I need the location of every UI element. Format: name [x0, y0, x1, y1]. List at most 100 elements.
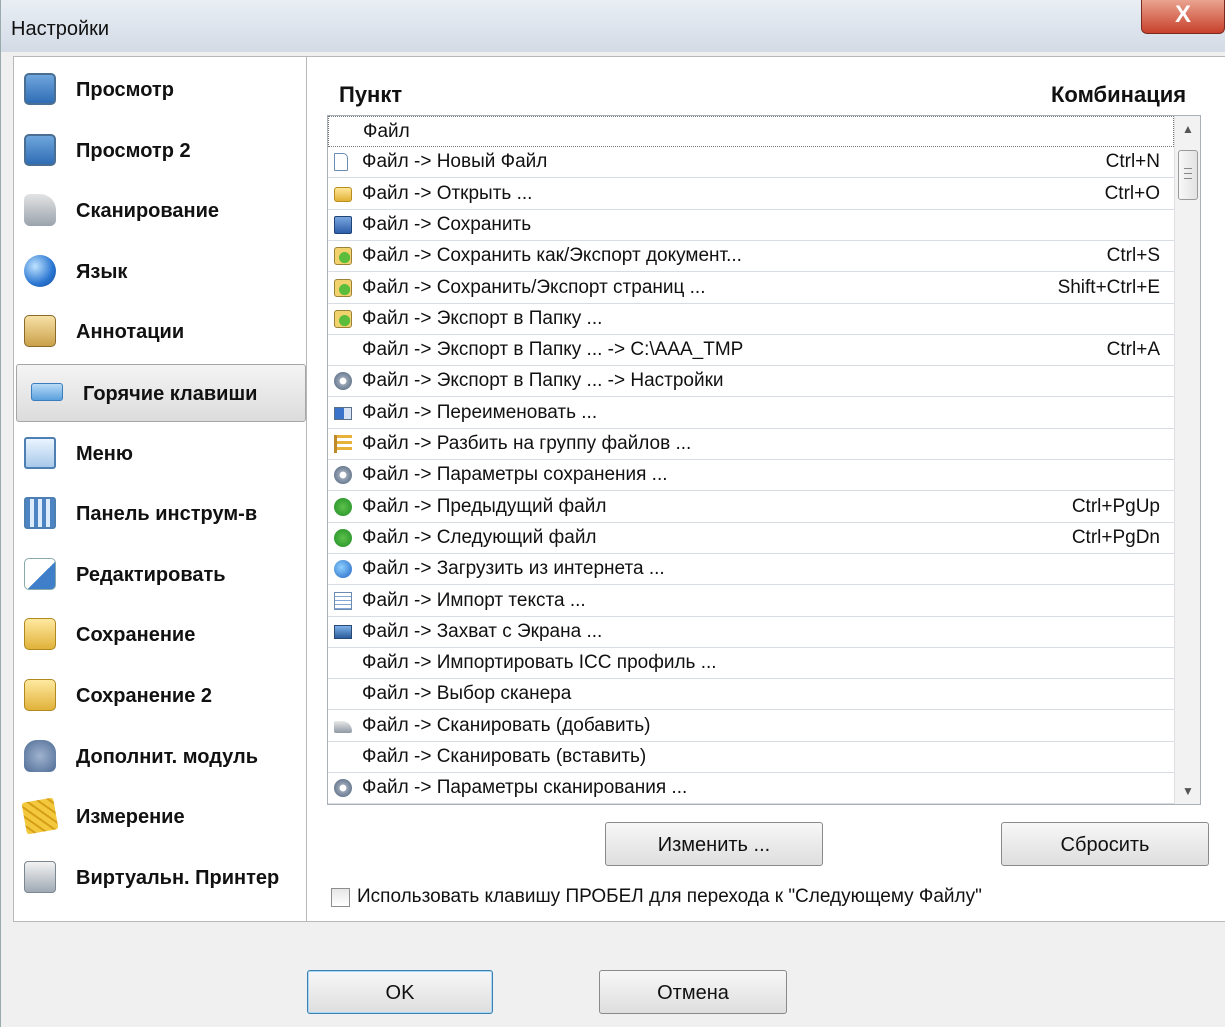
hotkey-row-label: Файл -> Сохранить/Экспорт страниц ...	[362, 276, 706, 298]
sidebar-item-14[interactable]: Виртуальн. Принтер	[14, 851, 306, 907]
sidebar-item-13[interactable]: Измерение	[14, 790, 306, 846]
sidebar-item-label: Язык	[76, 260, 128, 283]
hotkey-row-label: Файл -> Переименовать ...	[362, 401, 598, 423]
sidebar-item-label: Измерение	[76, 806, 185, 829]
sidebar-item-8[interactable]: Панель инструм-в	[14, 487, 306, 543]
hotkey-row-combination: Ctrl+A	[1106, 339, 1160, 361]
sidebar-item-4[interactable]: Язык	[14, 245, 306, 301]
scroll-down-arrow-icon[interactable]: ▼	[1175, 778, 1201, 804]
hotkey-row-label: Файл -> Сканировать (вставить)	[362, 746, 647, 767]
hotkey-row-label: Файл -> Параметры сохранения ...	[362, 464, 668, 486]
internet-icon	[334, 560, 352, 579]
ok-button[interactable]: OK	[307, 970, 493, 1014]
split-icon	[334, 435, 352, 453]
hotkey-row[interactable]: Файл -> Экспорт в Папку ... -> C:\AAA_TM…	[328, 335, 1174, 367]
hotkey-row-label: Файл -> Новый Файл	[362, 151, 548, 173]
sidebar-item-label: Сохранение 2	[76, 685, 213, 707]
gear-icon	[334, 466, 352, 485]
change-button[interactable]: Изменить ...	[605, 822, 823, 866]
sidebar-item-1[interactable]: Просмотр	[14, 63, 306, 119]
scroll-thumb[interactable]	[1178, 150, 1198, 200]
screen-capture-icon	[334, 624, 352, 639]
hotkey-row-combination: Ctrl+PgDn	[1071, 526, 1160, 548]
hotkey-row-label: Файл -> Разбить на группу файлов ...	[362, 433, 692, 454]
hotkey-row[interactable]: Файл -> Выбор сканера	[328, 679, 1174, 711]
window-title: Настройки	[11, 18, 110, 40]
hotkey-row[interactable]: Файл -> Разбить на группу файлов ...	[328, 429, 1174, 460]
hotkey-row[interactable]: Файл -> Новый Файл Ctrl+N	[328, 147, 1174, 179]
hotkey-row-label: Файл -> Сохранить	[362, 213, 532, 235]
hotkey-row-label: Файл -> Следующий файл	[362, 526, 597, 548]
hotkey-row[interactable]: Файл -> Сохранить	[328, 210, 1174, 241]
hotkey-row-combination: Shift+Ctrl+E	[1057, 276, 1160, 298]
hotkey-row[interactable]: Файл -> Параметры сканирования ...	[328, 773, 1174, 805]
export-icon	[334, 247, 352, 266]
globe-icon	[24, 254, 56, 287]
hotkey-row-label: Файл -> Сканировать (добавить)	[362, 714, 651, 736]
hotkey-row-label: Файл	[363, 121, 410, 142]
sidebar-item-10[interactable]: Сохранение	[14, 608, 306, 664]
sidebar-item-label: Просмотр 2	[76, 139, 191, 162]
settings-window: Настройки X Просмотр Просмотр 2 Сканирован…	[0, 0, 1225, 1027]
column-header-item: Пункт	[339, 82, 403, 107]
cancel-button[interactable]: Отмена	[599, 970, 787, 1014]
floppy-icon	[334, 215, 352, 234]
hotkey-row-label: Файл -> Параметры сканирования ...	[362, 777, 688, 799]
hotkey-row[interactable]: Файл -> Параметры сохранения ...	[328, 460, 1174, 492]
hotkey-row[interactable]: Файл -> Сохранить/Экспорт страниц ... Shi…	[328, 273, 1174, 304]
sidebar-item-label: Меню	[76, 442, 133, 465]
menu-icon	[24, 436, 56, 469]
close-button[interactable]: X	[1141, 0, 1225, 34]
sidebar-item-label: Сканирование	[76, 200, 220, 223]
sidebar-item-label: Редактировать	[76, 563, 226, 586]
sidebar-item-label: Виртуальн. Принтер	[76, 866, 280, 889]
hotkey-row[interactable]: Файл	[328, 116, 1174, 147]
space-next-file-checkbox[interactable]	[331, 888, 350, 907]
hotkey-row[interactable]: Файл -> Предыдущий файл Ctrl+PgUp	[328, 492, 1174, 523]
settings-sidebar: Просмотр Просмотр 2 Сканирование Язык Аннота…	[13, 56, 307, 922]
reset-button[interactable]: Сбросить	[1001, 822, 1209, 866]
hotkey-row-label: Файл -> Загрузить из интернета ...	[362, 558, 665, 580]
hotkey-row[interactable]: Файл -> Сохранить как/Экспорт документ..…	[328, 241, 1174, 273]
hotkey-row[interactable]: Файл -> Загрузить из интернета ...	[328, 554, 1174, 586]
hotkey-row-label: Файл -> Предыдущий файл	[362, 495, 607, 517]
sidebar-item-6[interactable]: Горячие клавиши	[16, 364, 306, 422]
hotkey-row[interactable]: Файл -> Экспорт в Папку ...	[328, 304, 1174, 335]
sidebar-item-label: Аннотации	[76, 321, 185, 344]
save-folder-icon	[24, 679, 56, 711]
title-bar: Настройки X	[1, 0, 1225, 52]
sidebar-item-12[interactable]: Дополнит. модуль	[14, 730, 306, 786]
vertical-scrollbar[interactable]: ▲ ▼	[1174, 116, 1200, 804]
printer-icon	[24, 860, 56, 893]
column-header-combination: Комбинация	[1051, 82, 1187, 107]
hotkey-row-label: Файл -> Выбор сканера	[362, 683, 572, 705]
sidebar-item-label: Горячие клавиши	[83, 383, 258, 405]
hotkey-row[interactable]: Файл -> Сканировать (вставить)	[328, 742, 1174, 773]
sidebar-item-5[interactable]: Аннотации	[14, 305, 306, 361]
hotkey-row[interactable]: Файл -> Захват с Экрана ...	[328, 617, 1174, 648]
scroll-up-arrow-icon[interactable]: ▲	[1175, 116, 1201, 142]
hotkey-row[interactable]: Файл -> Импортировать ICC профиль ...	[328, 648, 1174, 680]
hotkey-row[interactable]: Файл -> Переименовать ...	[328, 398, 1174, 429]
arrow-left-icon	[334, 497, 352, 516]
scanner-icon	[24, 194, 56, 227]
hotkey-row[interactable]: Файл -> Экспорт в Папку ... -> Настройки	[328, 366, 1174, 398]
edit-icon	[24, 557, 56, 590]
hotkey-row-combination: Ctrl+N	[1105, 151, 1160, 173]
sidebar-item-3[interactable]: Сканирование	[14, 184, 306, 240]
new-file-icon	[334, 153, 348, 172]
arrow-right-icon	[334, 528, 352, 547]
monitor-icon	[24, 133, 56, 166]
hotkeys-list[interactable]: Файл -> Параметры сканирования ... Файл -…	[327, 115, 1201, 805]
sidebar-item-7[interactable]: Меню	[14, 427, 306, 483]
hotkey-row[interactable]: Файл -> Импорт текста ...	[328, 586, 1174, 617]
text-file-icon	[334, 591, 352, 610]
hotkey-row[interactable]: Файл -> Открыть ... Ctrl+O	[328, 179, 1174, 210]
hotkey-row[interactable]: Файл -> Сканировать (добавить)	[328, 711, 1174, 742]
sidebar-item-9[interactable]: Редактировать	[14, 548, 306, 604]
hotkey-row[interactable]: Файл -> Следующий файл Ctrl+PgDn	[328, 523, 1174, 554]
sidebar-item-2[interactable]: Просмотр 2	[14, 124, 306, 180]
sidebar-item-11[interactable]: Сохранение 2	[14, 669, 306, 725]
hotkey-row-combination: Ctrl+O	[1104, 182, 1160, 204]
save-folder-icon	[24, 618, 56, 651]
